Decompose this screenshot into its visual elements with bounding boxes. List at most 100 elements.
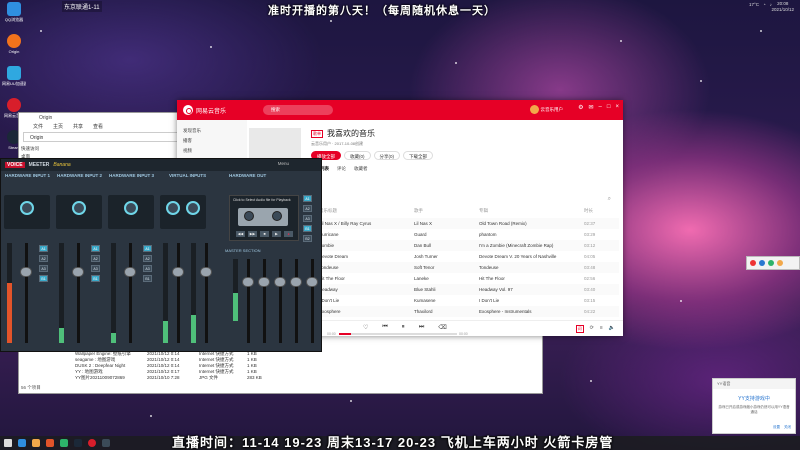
song-artist[interactable]: Dan Bull	[414, 240, 479, 251]
download-all-button[interactable]: 下载全部	[403, 151, 433, 160]
file-row[interactable]: YY图片20211009072869 2021/10/10 7:28 JPG 文…	[69, 375, 539, 381]
avatar[interactable]	[529, 105, 539, 114]
trash-icon[interactable]: ⌫	[438, 324, 446, 331]
folder-icon[interactable]	[32, 439, 40, 447]
taskbar-clock[interactable]: 20:08 2021/10/12	[771, 1, 794, 13]
master-fader-handle[interactable]	[290, 277, 302, 287]
intellipan-knob[interactable]	[72, 201, 86, 215]
volume-icon[interactable]: 🔈	[609, 325, 615, 333]
desktop-icon-qq-browser[interactable]: QQ浏览器	[2, 2, 26, 32]
taskbar-app-icon[interactable]	[60, 439, 68, 447]
close-icon[interactable]: ×	[615, 104, 619, 111]
share-button[interactable]: 分享(0)	[373, 151, 400, 160]
mail-icon[interactable]: ✉	[588, 104, 593, 111]
sidebar-item-discover[interactable]: 发现音乐	[183, 126, 241, 136]
play-icon[interactable]: ▶	[272, 231, 281, 237]
gain-fader[interactable]	[177, 243, 180, 343]
bus-a3-button[interactable]: A3	[91, 265, 100, 272]
col-album[interactable]: 专辑	[479, 208, 584, 216]
steam-icon[interactable]	[74, 439, 82, 447]
playlist-icon[interactable]: ≡	[600, 325, 603, 333]
cassette-recorder[interactable]: Click to Select Audio file for Playback …	[229, 195, 299, 241]
song-artist[interactable]: Guard	[414, 229, 479, 240]
song-artist[interactable]: Blue Stahli	[414, 284, 479, 295]
intellipan-knob[interactable]	[20, 201, 34, 215]
bus-a1-button[interactable]: A1	[143, 245, 152, 252]
bus-b1-button[interactable]: B1	[39, 275, 48, 282]
maximize-icon[interactable]: □	[607, 104, 611, 111]
bus-a2-button[interactable]: A2	[39, 255, 48, 262]
song-album[interactable]: Hit The Floor	[479, 273, 584, 284]
intellipan-knob[interactable]	[124, 201, 138, 215]
bus-a3-button[interactable]: A3	[143, 265, 152, 272]
music-search-input[interactable]: 搜索	[263, 105, 333, 115]
song-artist[interactable]: Lil Nas X	[414, 218, 479, 229]
song-album[interactable]: Devote Dream V. 20 Years of Nashville	[479, 251, 584, 262]
master-fader-handle[interactable]	[274, 277, 286, 287]
record-icon[interactable]: ●	[284, 231, 293, 237]
loop-icon[interactable]: ⟳	[590, 325, 594, 333]
toolbar-dot-icon[interactable]	[777, 260, 783, 266]
master-fader-handle[interactable]	[306, 277, 318, 287]
song-album[interactable]: I Don't Lie	[479, 295, 584, 306]
bus-a3-button[interactable]: A3	[39, 265, 48, 272]
taskbar-app-icon[interactable]	[18, 439, 26, 447]
song-album[interactable]: Headway Vol. 97	[479, 284, 584, 295]
voicemeeter-menu-button[interactable]: Menu	[278, 161, 289, 166]
settings-icon[interactable]: ⚙	[578, 104, 583, 111]
hw-out-b1-button[interactable]: B1	[303, 225, 312, 232]
song-artist[interactable]: Thaxilord	[414, 306, 479, 317]
bus-a1-button[interactable]: A1	[91, 245, 100, 252]
rewind-icon[interactable]: ◀◀	[236, 231, 245, 237]
song-artist[interactable]: Soft Tenor	[414, 262, 479, 273]
master-fader-b2[interactable]	[311, 259, 314, 343]
hw-out-a1-button[interactable]: A1	[303, 195, 312, 202]
nav-item-quick-access[interactable]: 快速访问	[21, 145, 65, 153]
col-duration[interactable]: 时长	[584, 208, 609, 216]
toolbar-dot-icon[interactable]	[768, 260, 774, 266]
song-artist[interactable]: Kumasene	[414, 295, 479, 306]
song-album[interactable]: I'm a Zombie (Minecraft Zombie Rap)	[479, 240, 584, 251]
gain-fader-handle[interactable]	[200, 267, 212, 277]
player-progress-bar[interactable]	[339, 333, 457, 335]
hw-out-a2-button[interactable]: A2	[303, 205, 312, 212]
master-fader-b1[interactable]	[295, 259, 298, 343]
minimize-icon[interactable]: –	[599, 104, 602, 111]
toolbar-dot-icon[interactable]	[759, 260, 765, 266]
bus-b1-button[interactable]: B1	[91, 275, 100, 282]
weather-temp[interactable]: 17°C	[749, 2, 759, 7]
tab-collectors[interactable]: 收藏者	[354, 166, 368, 172]
playlist-search-icon[interactable]: ⌕	[608, 196, 611, 203]
lyrics-button[interactable]: 词	[575, 325, 584, 333]
gain-fader[interactable]	[25, 243, 28, 343]
song-album[interactable]: phantom	[479, 229, 584, 240]
play-pause-icon[interactable]: ⏸	[402, 324, 405, 331]
netease-music-icon[interactable]	[88, 439, 96, 447]
gain-fader-handle[interactable]	[20, 267, 32, 277]
like-icon[interactable]: ♡	[363, 324, 368, 331]
ribbon-tab-file[interactable]: 文件	[33, 123, 43, 130]
master-fader-handle[interactable]	[242, 277, 254, 287]
toolbar-dot-icon[interactable]	[750, 260, 756, 266]
gain-fader[interactable]	[77, 243, 80, 343]
notification-close-button[interactable]: 关闭	[784, 425, 791, 430]
gain-fader[interactable]	[129, 243, 132, 343]
stop-icon[interactable]: ■	[260, 231, 269, 237]
gain-fader-handle[interactable]	[172, 267, 184, 277]
gain-fader-handle[interactable]	[72, 267, 84, 277]
hw-out-b2-button[interactable]: B2	[303, 235, 312, 242]
bus-a2-button[interactable]: A2	[91, 255, 100, 262]
master-fader-a2[interactable]	[263, 259, 266, 343]
gain-fader-handle[interactable]	[124, 267, 136, 277]
ribbon-tab-home[interactable]: 主页	[53, 123, 63, 130]
notification-settings-button[interactable]: 设置	[773, 425, 780, 430]
song-album[interactable]: Tondeuse	[479, 262, 584, 273]
eq-knob[interactable]	[166, 201, 180, 215]
network-icon[interactable]: ◔	[763, 2, 766, 7]
collect-button[interactable]: 收藏(0)	[344, 151, 371, 160]
master-fader-handle[interactable]	[258, 277, 270, 287]
sidebar-item-podcast[interactable]: 播客	[183, 136, 241, 146]
gain-fader[interactable]	[205, 243, 208, 343]
desktop-icon-uu[interactable]: 网易UU加速器	[2, 66, 26, 96]
ribbon-tab-view[interactable]: 查看	[93, 123, 103, 130]
